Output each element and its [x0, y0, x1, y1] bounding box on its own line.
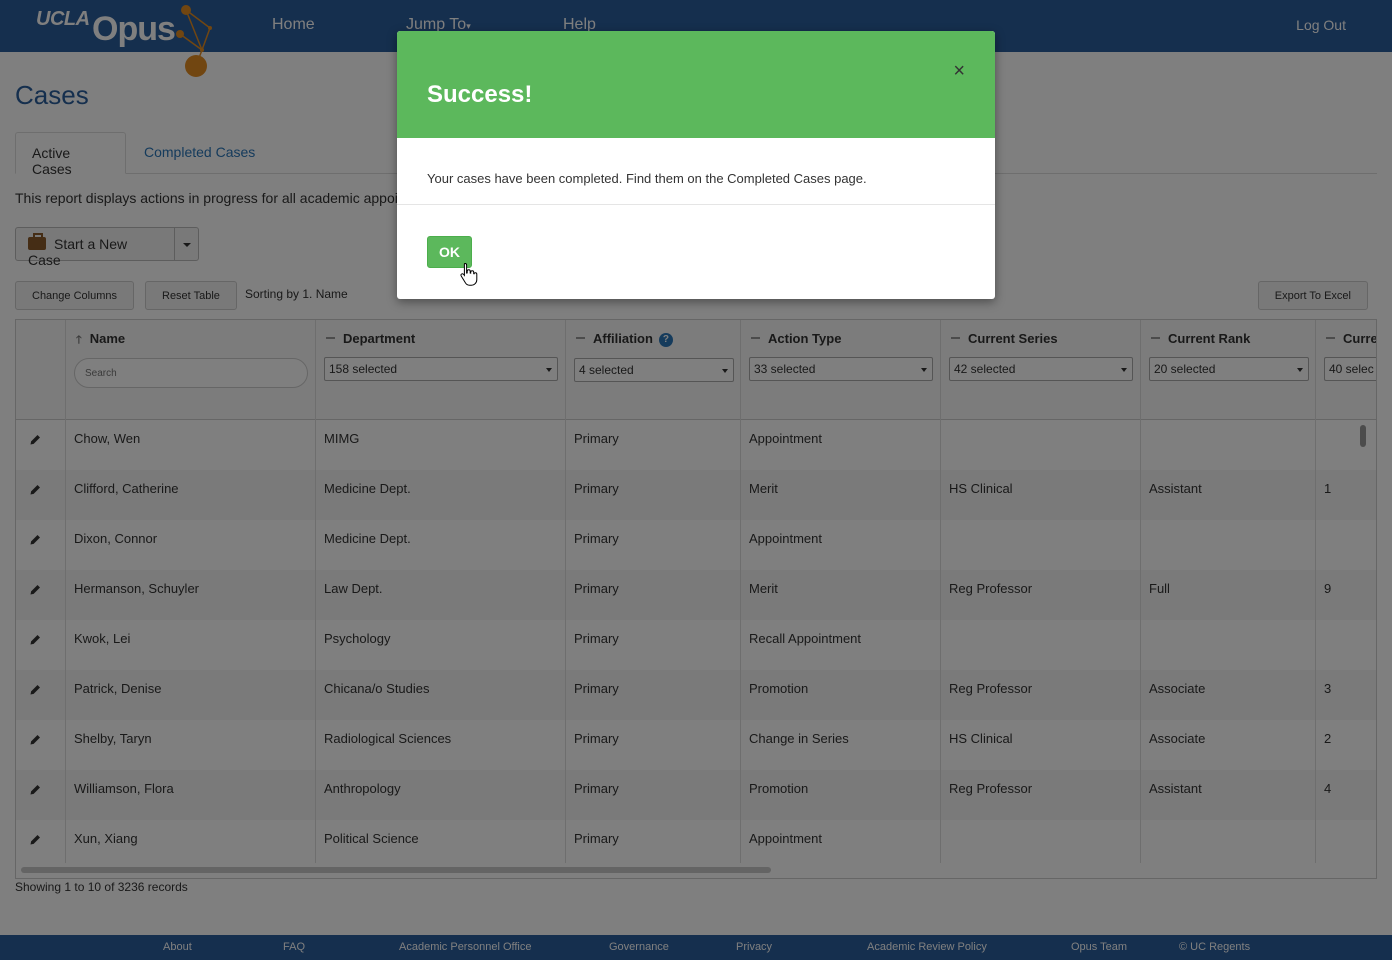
modal-body: Your cases have been completed. Find the…	[397, 138, 995, 205]
modal-title: Success!	[427, 81, 533, 108]
modal-header: Success! ×	[397, 31, 995, 138]
success-modal: Success! × Your cases have been complete…	[397, 31, 995, 299]
modal-message: Your cases have been completed. Find the…	[427, 171, 867, 186]
close-icon[interactable]: ×	[953, 61, 965, 81]
hand-pointer-cursor-icon	[460, 262, 478, 286]
